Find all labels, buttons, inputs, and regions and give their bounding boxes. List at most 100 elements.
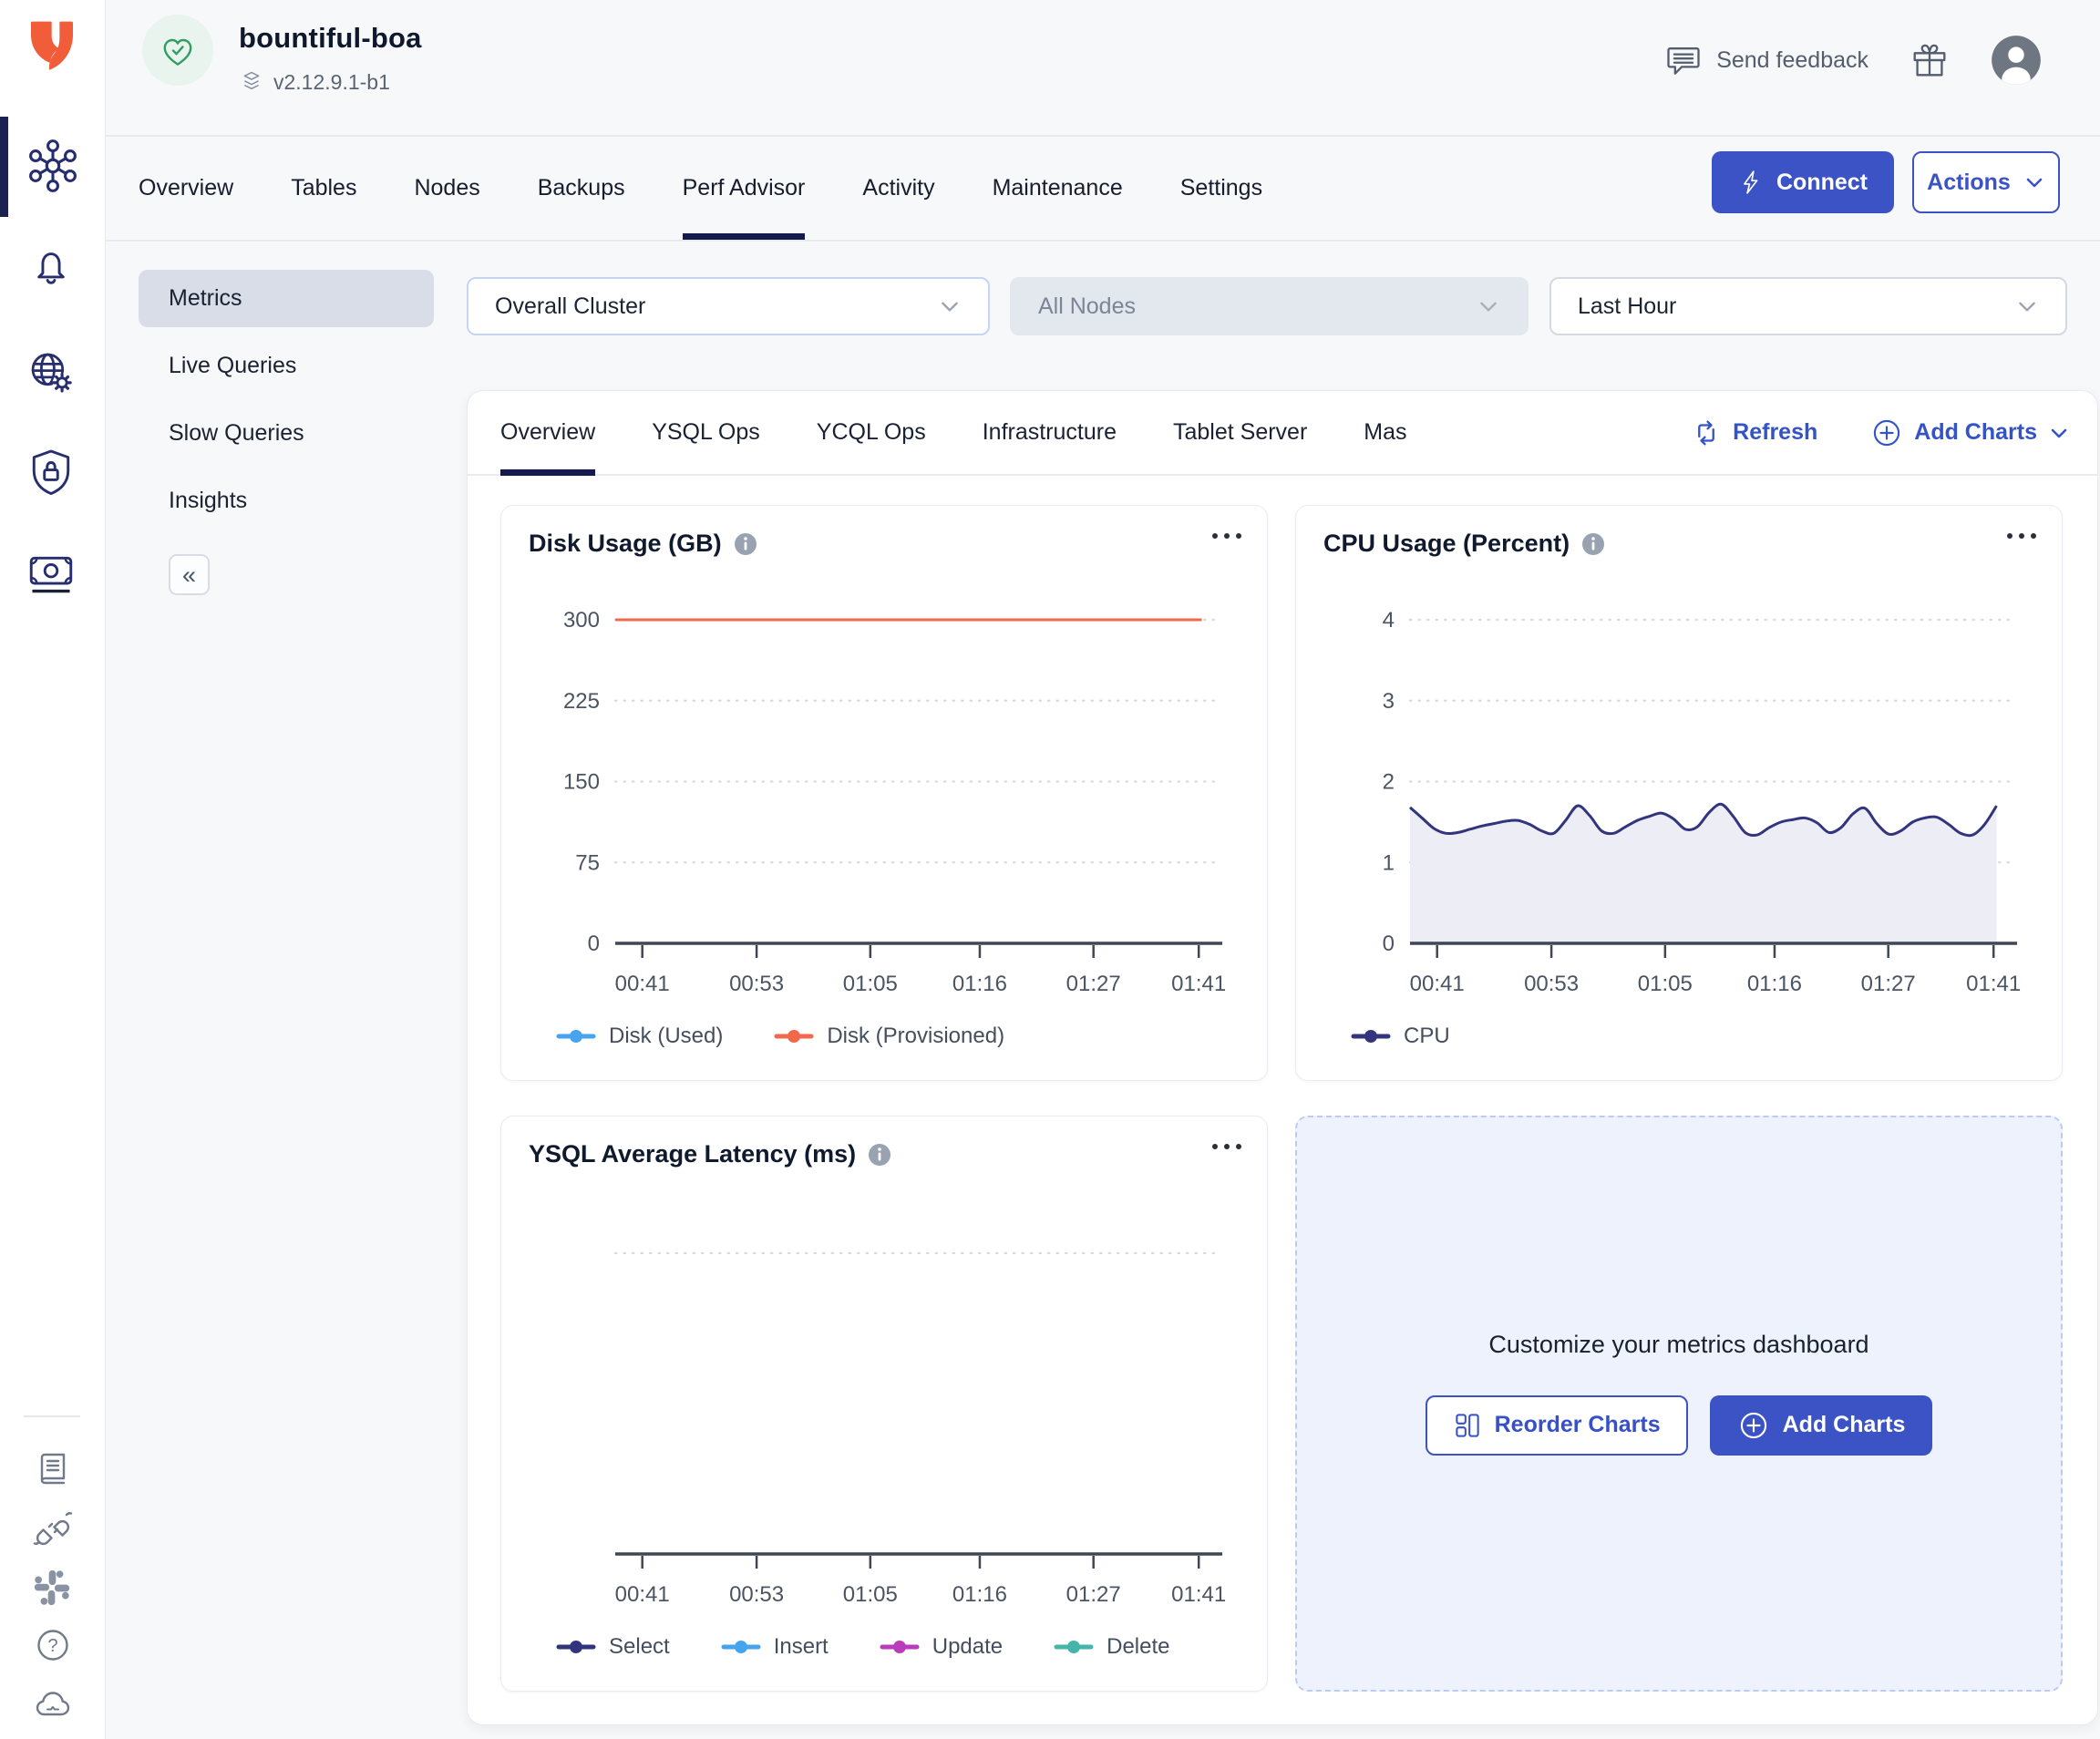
time-range-select[interactable]: Last Hour (1549, 277, 2067, 335)
cluster-scope-select[interactable]: Overall Cluster (467, 277, 990, 335)
info-icon (734, 532, 757, 556)
help-icon: ? (31, 1623, 75, 1667)
heart-check-icon (158, 30, 198, 70)
chart-title: CPU Usage (Percent) (1323, 530, 1570, 558)
svg-text:0: 0 (1383, 931, 1395, 956)
tab-backups[interactable]: Backups (538, 137, 625, 240)
sidebar-item-billing[interactable] (25, 544, 81, 601)
refresh-icon (1691, 417, 1722, 448)
header-actions: Send feedback (1663, 33, 2042, 87)
svg-text:01:27: 01:27 (1861, 972, 1916, 996)
globe-settings-icon (25, 346, 77, 399)
bell-icon (25, 238, 77, 291)
legend-label: Insert (774, 1634, 829, 1660)
chart-menu-button[interactable] (1212, 1144, 1241, 1149)
metrics-tab-infrastructure[interactable]: Infrastructure (983, 391, 1117, 474)
cpu-usage-chart-card: CPU Usage (Percent) 0123400:4100:5301:05… (1295, 505, 2063, 1081)
legend-marker (1351, 1028, 1391, 1044)
legend-label: CPU (1404, 1024, 1450, 1049)
refresh-button[interactable]: Refresh (1691, 417, 1817, 448)
sidenav-item-slow-queries[interactable]: Slow Queries (139, 405, 434, 462)
actions-button[interactable]: Actions (1912, 151, 2060, 213)
svg-text:225: 225 (563, 689, 600, 714)
chart-legend: Select Insert Update Delete (556, 1634, 1170, 1660)
svg-text:00:41: 00:41 (1410, 972, 1465, 996)
legend-item[interactable]: Disk (Provisioned) (774, 1024, 1004, 1049)
legend-item[interactable]: Update (880, 1634, 1003, 1660)
metrics-tabbar: Overview YSQL Ops YCQL Ops Infrastructur… (468, 391, 2097, 476)
legend-label: Disk (Used) (609, 1024, 723, 1049)
plus-circle-icon (1870, 417, 1903, 449)
chart-menu-button[interactable] (2007, 533, 2036, 539)
legend-item[interactable]: Insert (721, 1634, 829, 1660)
chart-menu-button[interactable] (1212, 533, 1241, 539)
sidenav-item-metrics[interactable]: Metrics (139, 270, 434, 327)
bolt-icon (1738, 169, 1765, 196)
gift-button[interactable] (1909, 39, 1951, 81)
metrics-tab-ycql-ops[interactable]: YCQL Ops (817, 391, 926, 474)
sidenav-item-live-queries[interactable]: Live Queries (139, 337, 434, 395)
yugabyte-logo[interactable] (24, 15, 82, 75)
metrics-panel: Overview YSQL Ops YCQL Ops Infrastructur… (467, 390, 2098, 1725)
connect-button[interactable]: Connect (1712, 151, 1894, 213)
legend-item[interactable]: Disk (Used) (556, 1024, 723, 1049)
cluster-header: bountiful-boa v2.12.9.1-b1 Send feedback (106, 0, 2100, 137)
gift-icon (1909, 39, 1951, 81)
shield-lock-icon (25, 446, 77, 499)
cluster-network-icon (25, 138, 81, 194)
legend-item[interactable]: Select (556, 1634, 670, 1660)
tab-maintenance[interactable]: Maintenance (993, 137, 1123, 240)
reorder-charts-button[interactable]: Reorder Charts (1426, 1395, 1688, 1456)
metrics-tab-master[interactable]: Mas (1364, 391, 1406, 474)
sidebar-item-clusters[interactable] (25, 138, 81, 194)
svg-text:1: 1 (1383, 850, 1395, 875)
sidebar-item-security[interactable] (25, 444, 81, 500)
add-charts-button-2[interactable]: Add Charts (1710, 1395, 1933, 1456)
svg-text:3: 3 (1383, 689, 1395, 714)
chart-legend: CPU (1351, 1024, 1450, 1049)
sidebar-item-alerts[interactable] (25, 236, 81, 293)
docs-button[interactable] (31, 1447, 75, 1491)
add-charts-label-2: Add Charts (1783, 1412, 1906, 1438)
tab-activity[interactable]: Activity (862, 137, 934, 240)
integrations-button[interactable] (31, 1507, 75, 1550)
yugabyte-logo-icon (24, 15, 82, 75)
legend-item[interactable]: Delete (1054, 1634, 1169, 1660)
ysql-latency-chart: 00:4100:5301:0501:1601:2701:41 (501, 1194, 1269, 1630)
user-avatar[interactable] (1991, 35, 2042, 86)
collapse-sidenav-button[interactable]: « (169, 554, 210, 595)
send-feedback-button[interactable]: Send feedback (1663, 40, 1868, 80)
metrics-tab-ysql-ops[interactable]: YSQL Ops (652, 391, 760, 474)
cloud-icon (31, 1682, 75, 1725)
reorder-charts-label: Reorder Charts (1495, 1412, 1661, 1438)
svg-text:?: ? (47, 1636, 57, 1656)
svg-text:01:05: 01:05 (843, 1582, 898, 1607)
metrics-tab-tablet-server[interactable]: Tablet Server (1173, 391, 1307, 474)
active-nav-indicator (0, 117, 8, 217)
help-button[interactable]: ? (31, 1623, 75, 1667)
cloud-status-button[interactable] (31, 1682, 75, 1725)
cpu-usage-chart: 0123400:4100:5301:0501:1601:2701:41 (1296, 583, 2064, 1019)
legend-marker (880, 1639, 920, 1655)
legend-marker (556, 1639, 596, 1655)
sidebar-item-network[interactable] (25, 345, 81, 401)
billing-icon (25, 546, 77, 599)
slack-button[interactable] (31, 1566, 75, 1610)
tab-perf-advisor[interactable]: Perf Advisor (683, 137, 806, 240)
add-charts-button[interactable]: Add Charts (1870, 417, 2070, 449)
svg-text:4: 4 (1383, 608, 1395, 633)
tab-settings[interactable]: Settings (1180, 137, 1262, 240)
feedback-chat-icon (1663, 40, 1704, 80)
sidenav-item-insights[interactable]: Insights (139, 472, 434, 530)
tab-overview[interactable]: Overview (139, 137, 233, 240)
legend-item[interactable]: CPU (1351, 1024, 1450, 1049)
layers-icon (239, 69, 264, 95)
tab-tables[interactable]: Tables (291, 137, 356, 240)
actions-label: Actions (1927, 170, 2011, 196)
tab-nodes[interactable]: Nodes (414, 137, 479, 240)
add-charts-label: Add Charts (1914, 419, 2037, 446)
svg-text:300: 300 (563, 608, 600, 633)
metrics-tab-overview[interactable]: Overview (500, 391, 595, 474)
cluster-scope-value: Overall Cluster (495, 293, 645, 320)
svg-text:150: 150 (563, 770, 600, 795)
